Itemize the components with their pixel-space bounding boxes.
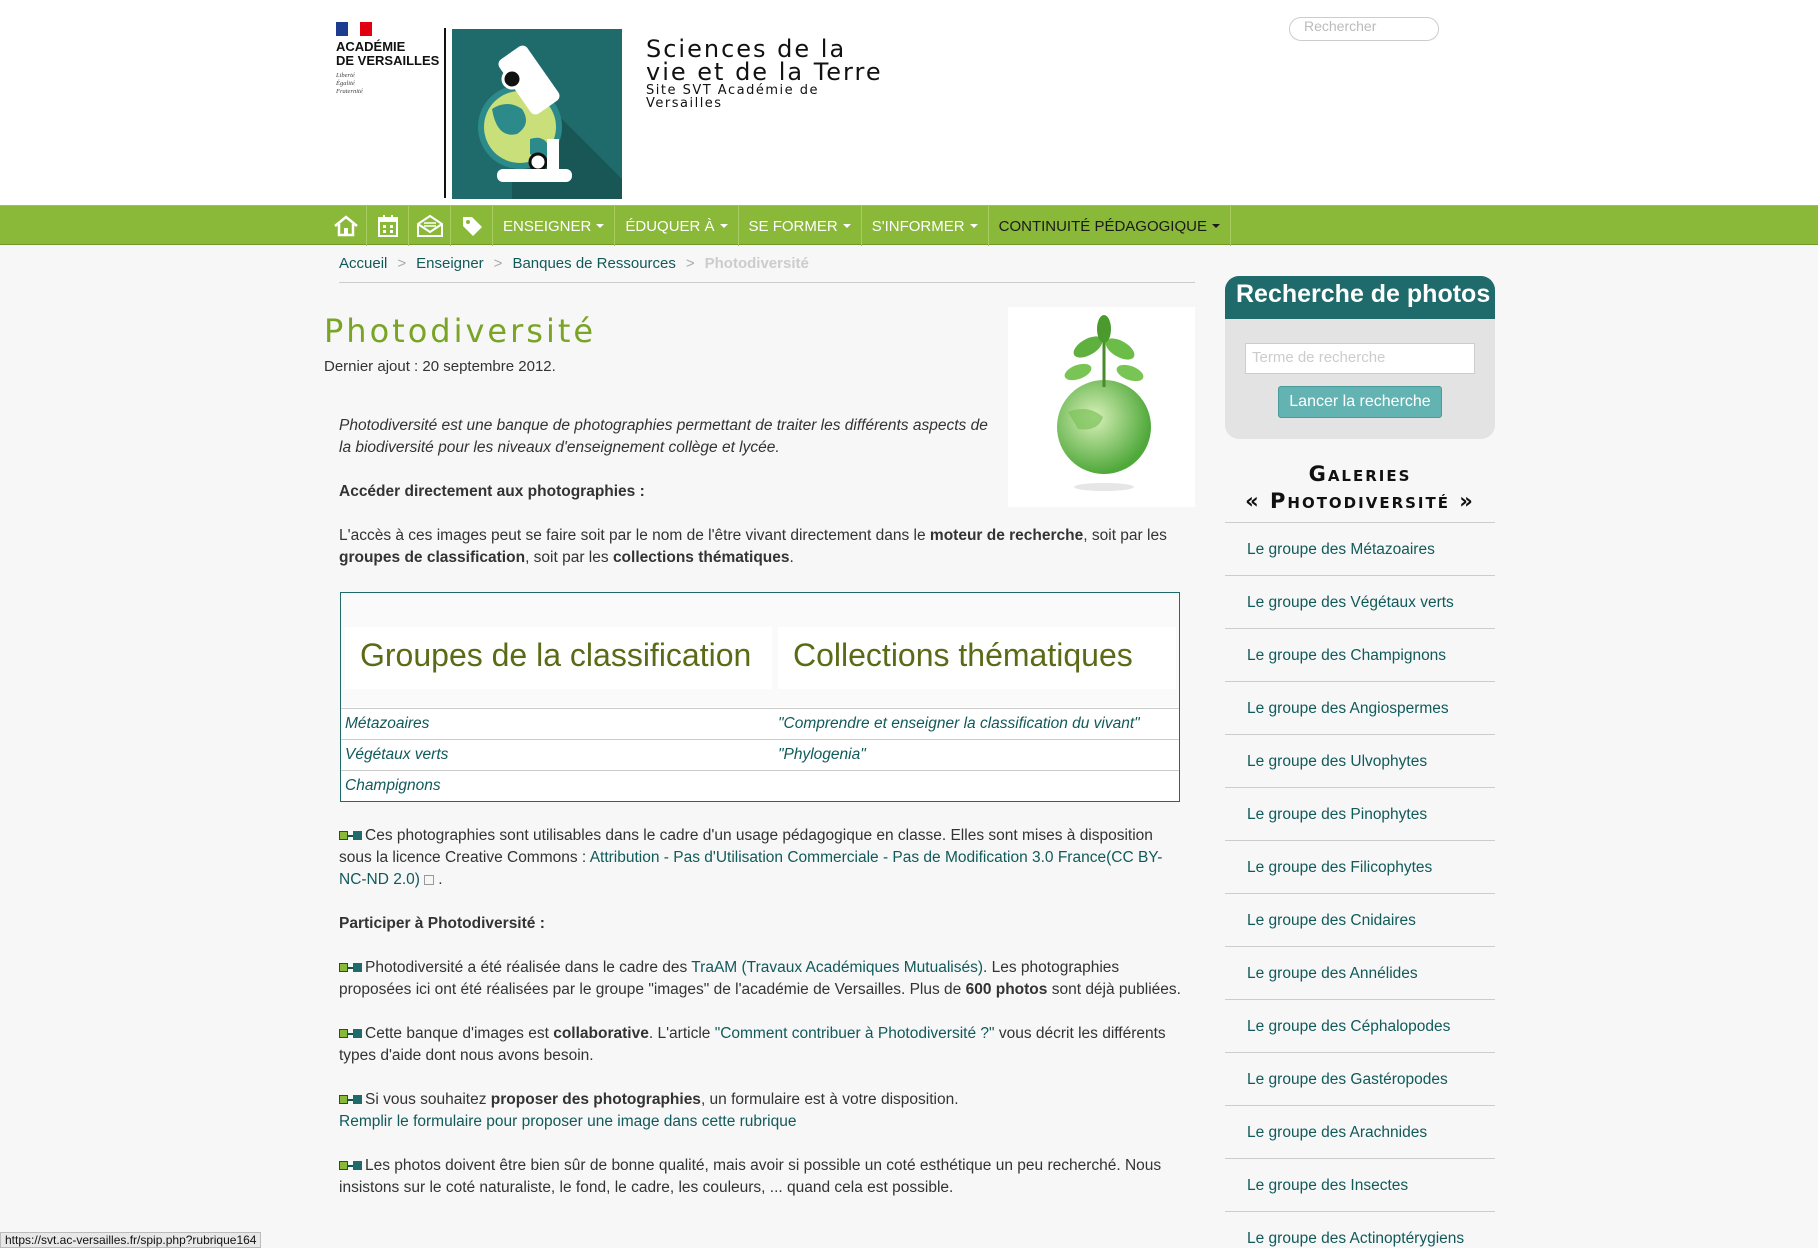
photo-search-title: Recherche de photos	[1225, 276, 1495, 319]
gallery-item[interactable]: Le groupe des Métazoaires	[1225, 522, 1495, 575]
site-header: ACADÉMIE DE VERSAILLES Liberté Égalité F…	[0, 0, 1818, 205]
table-header-collections: Collections thématiques	[778, 627, 1176, 689]
access-paragraph: L'accès à ces images peut se faire soit …	[339, 527, 1167, 566]
gallery-item[interactable]: Le groupe des Insectes	[1225, 1158, 1495, 1211]
gallery-item[interactable]: Le groupe des Annélides	[1225, 946, 1495, 999]
caret-down-icon	[842, 224, 851, 228]
breadcrumb-separator: >	[397, 255, 407, 272]
main-nav: ENSEIGNER ÉDUQUER À SE FORMER S'INFORMER…	[0, 205, 1818, 246]
nav-eduquer[interactable]: ÉDUQUER À	[615, 206, 739, 246]
gallery-item[interactable]: Le groupe des Pinophytes	[1225, 787, 1495, 840]
collab-paragraph: Cette banque d'images est collaborative.…	[339, 1025, 1166, 1064]
caret-down-icon	[596, 224, 605, 228]
caret-down-icon	[969, 224, 978, 228]
last-update-date: Dernier ajout : 20 septembre 2012.	[324, 358, 556, 375]
academie-motto: Liberté Égalité Fraternité	[336, 72, 363, 95]
propose-form-link[interactable]: Remplir le formulaire pour proposer une …	[339, 1113, 797, 1130]
nav-se-former[interactable]: SE FORMER	[739, 206, 862, 246]
breadcrumb-separator: >	[493, 255, 503, 272]
external-link-icon	[423, 874, 434, 885]
caret-down-icon	[1211, 224, 1220, 228]
breadcrumb-accueil[interactable]: Accueil	[339, 255, 387, 272]
gallery-item[interactable]: Le groupe des Ulvophytes	[1225, 734, 1495, 787]
site-title-line2: vie et de la Terre	[646, 58, 883, 86]
intro-text: Photodiversité est une banque de photogr…	[339, 417, 988, 456]
breadcrumb-banques[interactable]: Banques de Ressources	[512, 255, 675, 272]
access-heading: Accéder directement aux photographies :	[339, 483, 645, 500]
nav-s-informer[interactable]: S'INFORMER	[862, 206, 989, 246]
gallery-item[interactable]: Le groupe des Champignons	[1225, 628, 1495, 681]
marianne-flag-icon	[336, 22, 372, 36]
traam-paragraph: Photodiversité a été réalisée dans le ca…	[339, 959, 1181, 998]
table-row: Métazoaires "Comprendre et enseigner la …	[341, 708, 1179, 739]
bullet-icon	[339, 1095, 362, 1105]
status-bar-url: https://svt.ac-versailles.fr/spip.php?ru…	[0, 1232, 262, 1248]
calendar-icon[interactable]	[367, 206, 409, 246]
gallery-title: Galeries « Photodiversité »	[1245, 462, 1475, 513]
photo-search-input[interactable]: Terme de recherche	[1245, 343, 1475, 374]
site-subtitle: Site SVT Académie de Versailles	[646, 83, 819, 111]
empty-cell	[774, 771, 1179, 801]
link-vegetaux-verts[interactable]: Végétaux verts	[341, 740, 774, 770]
table-row: Champignons	[341, 770, 1179, 801]
breadcrumb-separator: >	[685, 255, 695, 272]
photo-search-button[interactable]: Lancer la recherche	[1278, 386, 1442, 418]
participer-heading: Participer à Photodiversité :	[339, 915, 545, 932]
caret-down-icon	[719, 224, 728, 228]
link-metazoaires[interactable]: Métazoaires	[341, 709, 774, 739]
gallery-item[interactable]: Le groupe des Arachnides	[1225, 1105, 1495, 1158]
header-divider	[444, 28, 446, 198]
classification-table: Groupes de la classification Collections…	[340, 592, 1180, 802]
article-content: Photodiversité est une banque de photogr…	[339, 415, 1184, 591]
breadcrumb-enseigner[interactable]: Enseigner	[416, 255, 484, 272]
page-title: Photodiversité	[324, 312, 597, 350]
contribute-article-link[interactable]: "Comment contribuer à Photodiversité ?"	[715, 1025, 995, 1042]
link-comprendre-classification[interactable]: "Comprendre et enseigner la classificati…	[774, 709, 1179, 739]
nav-enseigner[interactable]: ENSEIGNER	[493, 206, 616, 246]
article-lower: Ces photographies sont utilisables dans …	[339, 825, 1184, 1221]
gallery-item[interactable]: Le groupe des Végétaux verts	[1225, 575, 1495, 628]
gallery-item[interactable]: Le groupe des Gastéropodes	[1225, 1052, 1495, 1105]
link-champignons[interactable]: Champignons	[341, 771, 774, 801]
tag-icon[interactable]	[451, 206, 493, 246]
gallery-item[interactable]: Le groupe des Cnidaires	[1225, 893, 1495, 946]
gallery-list: Le groupe des Métazoaires Le groupe des …	[1225, 522, 1495, 1248]
site-search-input[interactable]: Rechercher	[1289, 17, 1439, 41]
breadcrumb-current: Photodiversité	[704, 255, 809, 272]
nav-continuite[interactable]: CONTINUITÉ PÉDAGOGIQUE	[989, 206, 1231, 246]
gallery-item[interactable]: Le groupe des Filicophytes	[1225, 840, 1495, 893]
bullet-icon	[339, 963, 362, 973]
academie-logo[interactable]: ACADÉMIE DE VERSAILLES Liberté Égalité F…	[330, 22, 440, 122]
gallery-item[interactable]: Le groupe des Actinoptérygiens	[1225, 1211, 1495, 1248]
breadcrumb: Accueil > Enseigner > Banques de Ressour…	[339, 255, 1195, 283]
quality-paragraph: Les photos doivent être bien sûr de bonn…	[339, 1157, 1162, 1196]
photo-search-box: Recherche de photos Terme de recherche L…	[1225, 276, 1495, 439]
academie-name: ACADÉMIE DE VERSAILLES	[336, 39, 440, 68]
gallery-item[interactable]: Le groupe des Angiospermes	[1225, 681, 1495, 734]
site-title[interactable]: Sciences de la vie et de la Terre	[646, 37, 883, 86]
home-icon[interactable]	[325, 206, 367, 246]
bullet-icon	[339, 1161, 362, 1171]
newsletter-icon[interactable]	[409, 206, 451, 246]
gallery-item[interactable]: Le groupe des Céphalopodes	[1225, 999, 1495, 1052]
bullet-icon	[339, 1029, 362, 1039]
license-paragraph: Ces photographies sont utilisables dans …	[339, 827, 1163, 888]
table-row: Végétaux verts "Phylogenia"	[341, 739, 1179, 770]
link-phylogenia[interactable]: "Phylogenia"	[774, 740, 1179, 770]
microscope-globe-logo-icon[interactable]	[452, 29, 622, 199]
bullet-icon	[339, 831, 362, 841]
traam-link[interactable]: TraAM (Travaux Académiques Mutualisés)	[691, 959, 983, 976]
table-header-groupes: Groupes de la classification	[345, 627, 772, 689]
propose-paragraph: Si vous souhaitez proposer des photograp…	[339, 1091, 959, 1130]
